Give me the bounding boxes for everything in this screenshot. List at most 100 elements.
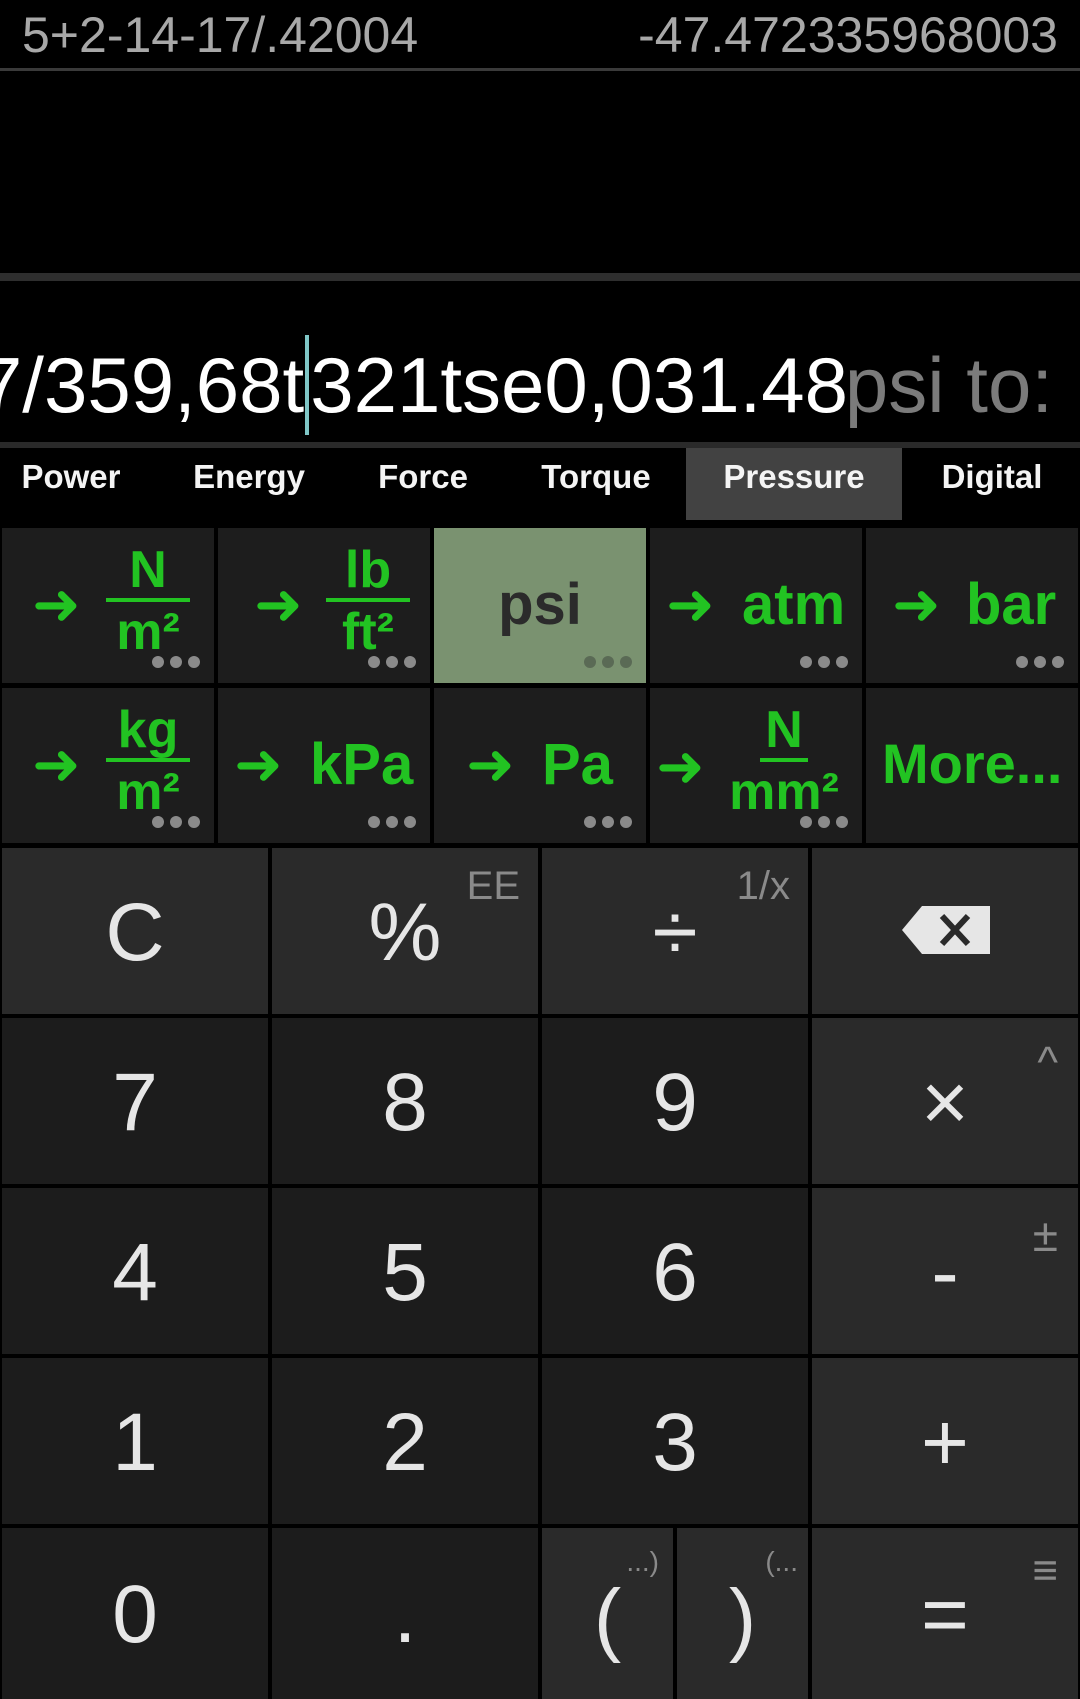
tab-torque[interactable]: Torque xyxy=(525,448,667,520)
backspace-icon xyxy=(902,906,990,954)
unit-denominator: mm² xyxy=(729,763,839,821)
expression-text[interactable]: 7/359,68t321tse0,031.48 xyxy=(0,330,848,440)
unit-n-per-m2[interactable]: ➜ N m² xyxy=(2,528,214,683)
digit-6-button[interactable]: 6 xyxy=(542,1188,808,1354)
plus-button[interactable]: + xyxy=(812,1358,1078,1524)
more-options-icon xyxy=(146,655,200,673)
unit-denominator: ft² xyxy=(342,603,394,661)
percent-button[interactable]: % EE xyxy=(272,848,538,1014)
key-label: 6 xyxy=(652,1227,698,1318)
unit-numerator: kg xyxy=(106,704,190,762)
key-label: 0 xyxy=(112,1569,158,1660)
unit-bar[interactable]: ➜ bar xyxy=(866,528,1078,683)
key-label: 1 xyxy=(112,1397,158,1488)
key-label: 4 xyxy=(112,1227,158,1318)
digit-4-button[interactable]: 4 xyxy=(2,1188,268,1354)
key-label: + xyxy=(921,1397,969,1488)
unit-label: atm xyxy=(742,572,846,637)
divide-button[interactable]: ÷ 1/x xyxy=(542,848,808,1014)
unit-denominator: m² xyxy=(116,603,180,661)
key-sublabel: ^ xyxy=(1037,1038,1058,1087)
decimal-button[interactable]: . xyxy=(272,1528,538,1699)
key-label: 9 xyxy=(652,1057,698,1148)
history-result[interactable]: -47.472335968003 xyxy=(638,6,1058,64)
tab-power[interactable]: Power xyxy=(0,448,142,520)
unit-atm[interactable]: ➜ atm xyxy=(650,528,862,683)
key-label: C xyxy=(105,887,165,978)
history-row[interactable]: 5+2-14-17/.42004 -47.472335968003 xyxy=(0,0,1080,70)
digit-8-button[interactable]: 8 xyxy=(272,1018,538,1184)
key-label: 3 xyxy=(652,1397,698,1488)
text-cursor xyxy=(305,335,310,436)
expression-after-cursor: 321tse0,031.48 xyxy=(310,341,848,429)
digit-7-button[interactable]: 7 xyxy=(2,1018,268,1184)
divider xyxy=(0,273,1080,281)
key-label: . xyxy=(393,1569,417,1660)
unit-label: bar xyxy=(966,572,1057,637)
category-tabs: Power Energy Force Torque Pressure Digit… xyxy=(0,448,1080,520)
backspace-button[interactable] xyxy=(812,848,1078,1014)
arrow-icon: ➜ xyxy=(234,732,283,797)
unit-denominator: m² xyxy=(116,763,180,821)
unit-label: psi xyxy=(498,572,582,637)
divider xyxy=(0,68,1080,71)
unit-label: Pa xyxy=(542,732,613,797)
unit-pa[interactable]: ➜ Pa xyxy=(434,688,646,843)
digit-0-button[interactable]: 0 xyxy=(2,1528,268,1699)
digit-1-button[interactable]: 1 xyxy=(2,1358,268,1524)
more-options-icon xyxy=(578,815,632,833)
unit-psi-selected[interactable]: psi xyxy=(434,528,646,683)
tab-force[interactable]: Force xyxy=(352,448,494,520)
more-options-icon xyxy=(146,815,200,833)
more-options-icon xyxy=(362,655,416,673)
unit-kpa[interactable]: ➜ kPa xyxy=(218,688,430,843)
clear-button[interactable]: C xyxy=(2,848,268,1014)
arrow-icon: ➜ xyxy=(892,572,941,637)
unit-n-per-mm2[interactable]: ➜ N mm² xyxy=(650,688,862,843)
arrow-icon: ➜ xyxy=(466,732,515,797)
minus-button[interactable]: - ± xyxy=(812,1188,1078,1354)
key-label: ( xyxy=(593,1573,622,1664)
unit-kg-per-m2[interactable]: ➜ kg m² xyxy=(2,688,214,843)
expression-before-cursor: 7/359,68t xyxy=(0,341,305,429)
key-label: 5 xyxy=(382,1227,428,1318)
history-expression[interactable]: 5+2-14-17/.42004 xyxy=(22,6,418,64)
unit-fraction: N m² xyxy=(106,544,190,658)
unit-fraction: N mm² xyxy=(722,704,846,818)
more-options-icon xyxy=(362,815,416,833)
tab-pressure[interactable]: Pressure xyxy=(686,448,902,520)
arrow-icon: ➜ xyxy=(254,572,303,637)
multiply-button[interactable]: × ^ xyxy=(812,1018,1078,1184)
key-sublabel: 1/x xyxy=(736,864,790,908)
key-sublabel: EE xyxy=(466,864,520,908)
conversion-suffix: psi to: xyxy=(844,341,1053,429)
close-paren-button[interactable]: ) (... xyxy=(677,1528,808,1699)
tab-digital[interactable]: Digital xyxy=(918,448,1066,520)
digit-3-button[interactable]: 3 xyxy=(542,1358,808,1524)
arrow-icon: ➜ xyxy=(32,732,81,797)
more-options-icon xyxy=(794,655,848,673)
more-options-icon xyxy=(1010,655,1064,673)
unit-fraction: kg m² xyxy=(106,704,190,818)
key-sublabel: (... xyxy=(765,1546,798,1577)
digit-9-button[interactable]: 9 xyxy=(542,1018,808,1184)
key-label: 7 xyxy=(112,1057,158,1148)
arrow-icon: ➜ xyxy=(32,572,81,637)
unit-label: More... xyxy=(882,732,1063,795)
tab-energy[interactable]: Energy xyxy=(178,448,320,520)
equals-button[interactable]: = ≡ xyxy=(812,1528,1078,1699)
digit-2-button[interactable]: 2 xyxy=(272,1358,538,1524)
key-label: 8 xyxy=(382,1057,428,1148)
unit-numerator: lb xyxy=(326,544,410,602)
expression-display[interactable]: 7/359,68t321tse0,031.48 psi to: xyxy=(0,330,1080,440)
digit-5-button[interactable]: 5 xyxy=(272,1188,538,1354)
menu-icon: ≡ xyxy=(1032,1546,1058,1595)
key-label: ) xyxy=(728,1573,757,1664)
arrow-icon: ➜ xyxy=(666,572,715,637)
more-options-icon xyxy=(794,815,848,833)
unit-lb-per-ft2[interactable]: ➜ lb ft² xyxy=(218,528,430,683)
open-paren-button[interactable]: ( ...) xyxy=(542,1528,673,1699)
key-label: 2 xyxy=(382,1397,428,1488)
arrow-icon: ➜ xyxy=(656,734,705,799)
more-units-button[interactable]: More... xyxy=(866,688,1078,843)
